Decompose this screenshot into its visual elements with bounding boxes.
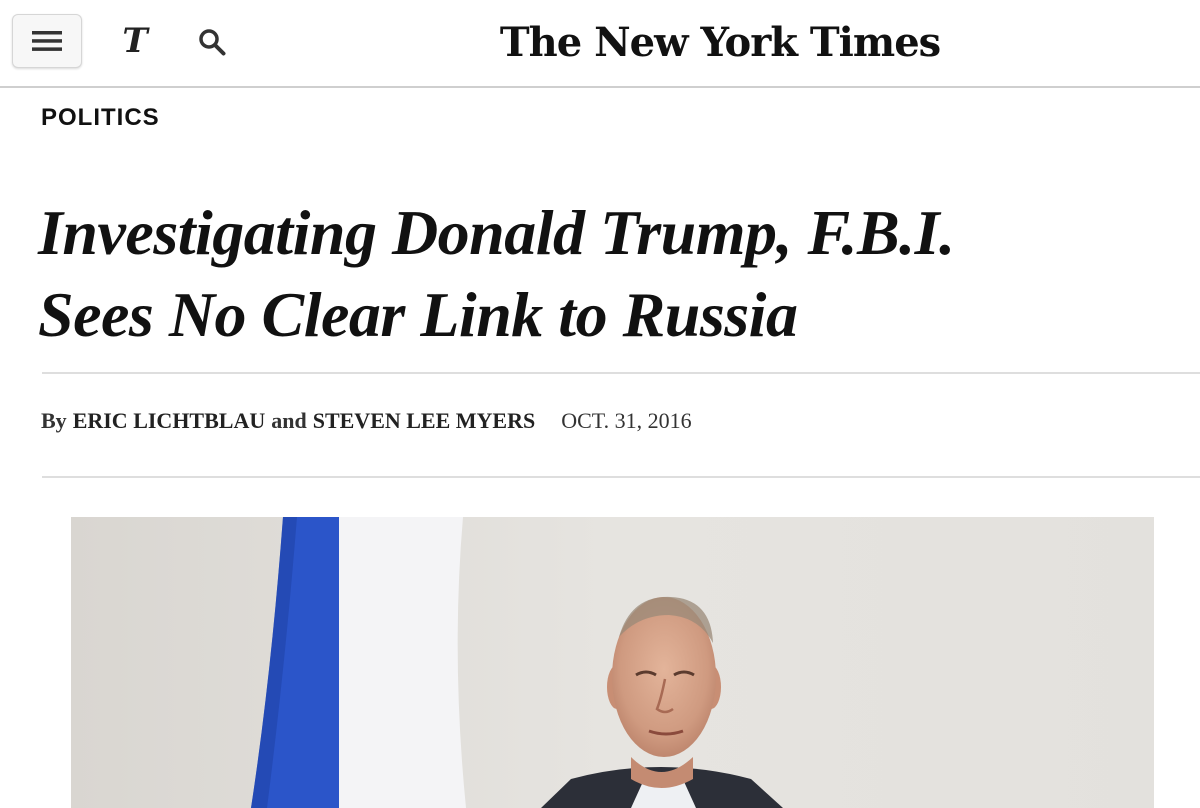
menu-button[interactable] <box>12 14 82 68</box>
top-navigation-bar: T The New York Times <box>0 0 1200 88</box>
article-headline: Investigating Donald Trump, F.B.I. Sees … <box>38 192 1178 356</box>
lead-photo-illustration <box>71 517 1154 808</box>
author-link-1[interactable]: ERIC LICHTBLAU <box>73 408 266 434</box>
headline-line-2: Sees No Clear Link to Russia <box>38 279 798 350</box>
byline-prefix: By <box>41 408 67 433</box>
byline: By ERIC LICHTBLAU and STEVEN LEE MYERS O… <box>41 408 692 440</box>
divider-bottom <box>42 476 1200 478</box>
flag-white-stripe <box>339 517 466 808</box>
byline-conjunction: and <box>271 408 307 433</box>
t-logo-glyph: T <box>122 21 148 61</box>
section-label[interactable]: POLITICS <box>41 104 160 132</box>
search-icon <box>199 29 226 56</box>
masthead-logo[interactable]: The New York Times <box>500 12 941 72</box>
search-button[interactable] <box>192 22 232 62</box>
lead-photo <box>71 517 1154 808</box>
masthead-text: The New York Times <box>499 18 941 66</box>
nyt-t-logo-icon[interactable]: T <box>116 22 154 60</box>
headline-line-1: Investigating Donald Trump, F.B.I. <box>38 197 955 268</box>
author-link-2[interactable]: STEVEN LEE MYERS <box>313 408 536 434</box>
divider-top <box>42 372 1200 374</box>
hamburger-menu-icon <box>32 31 62 51</box>
publish-date: OCT. 31, 2016 <box>561 408 692 433</box>
